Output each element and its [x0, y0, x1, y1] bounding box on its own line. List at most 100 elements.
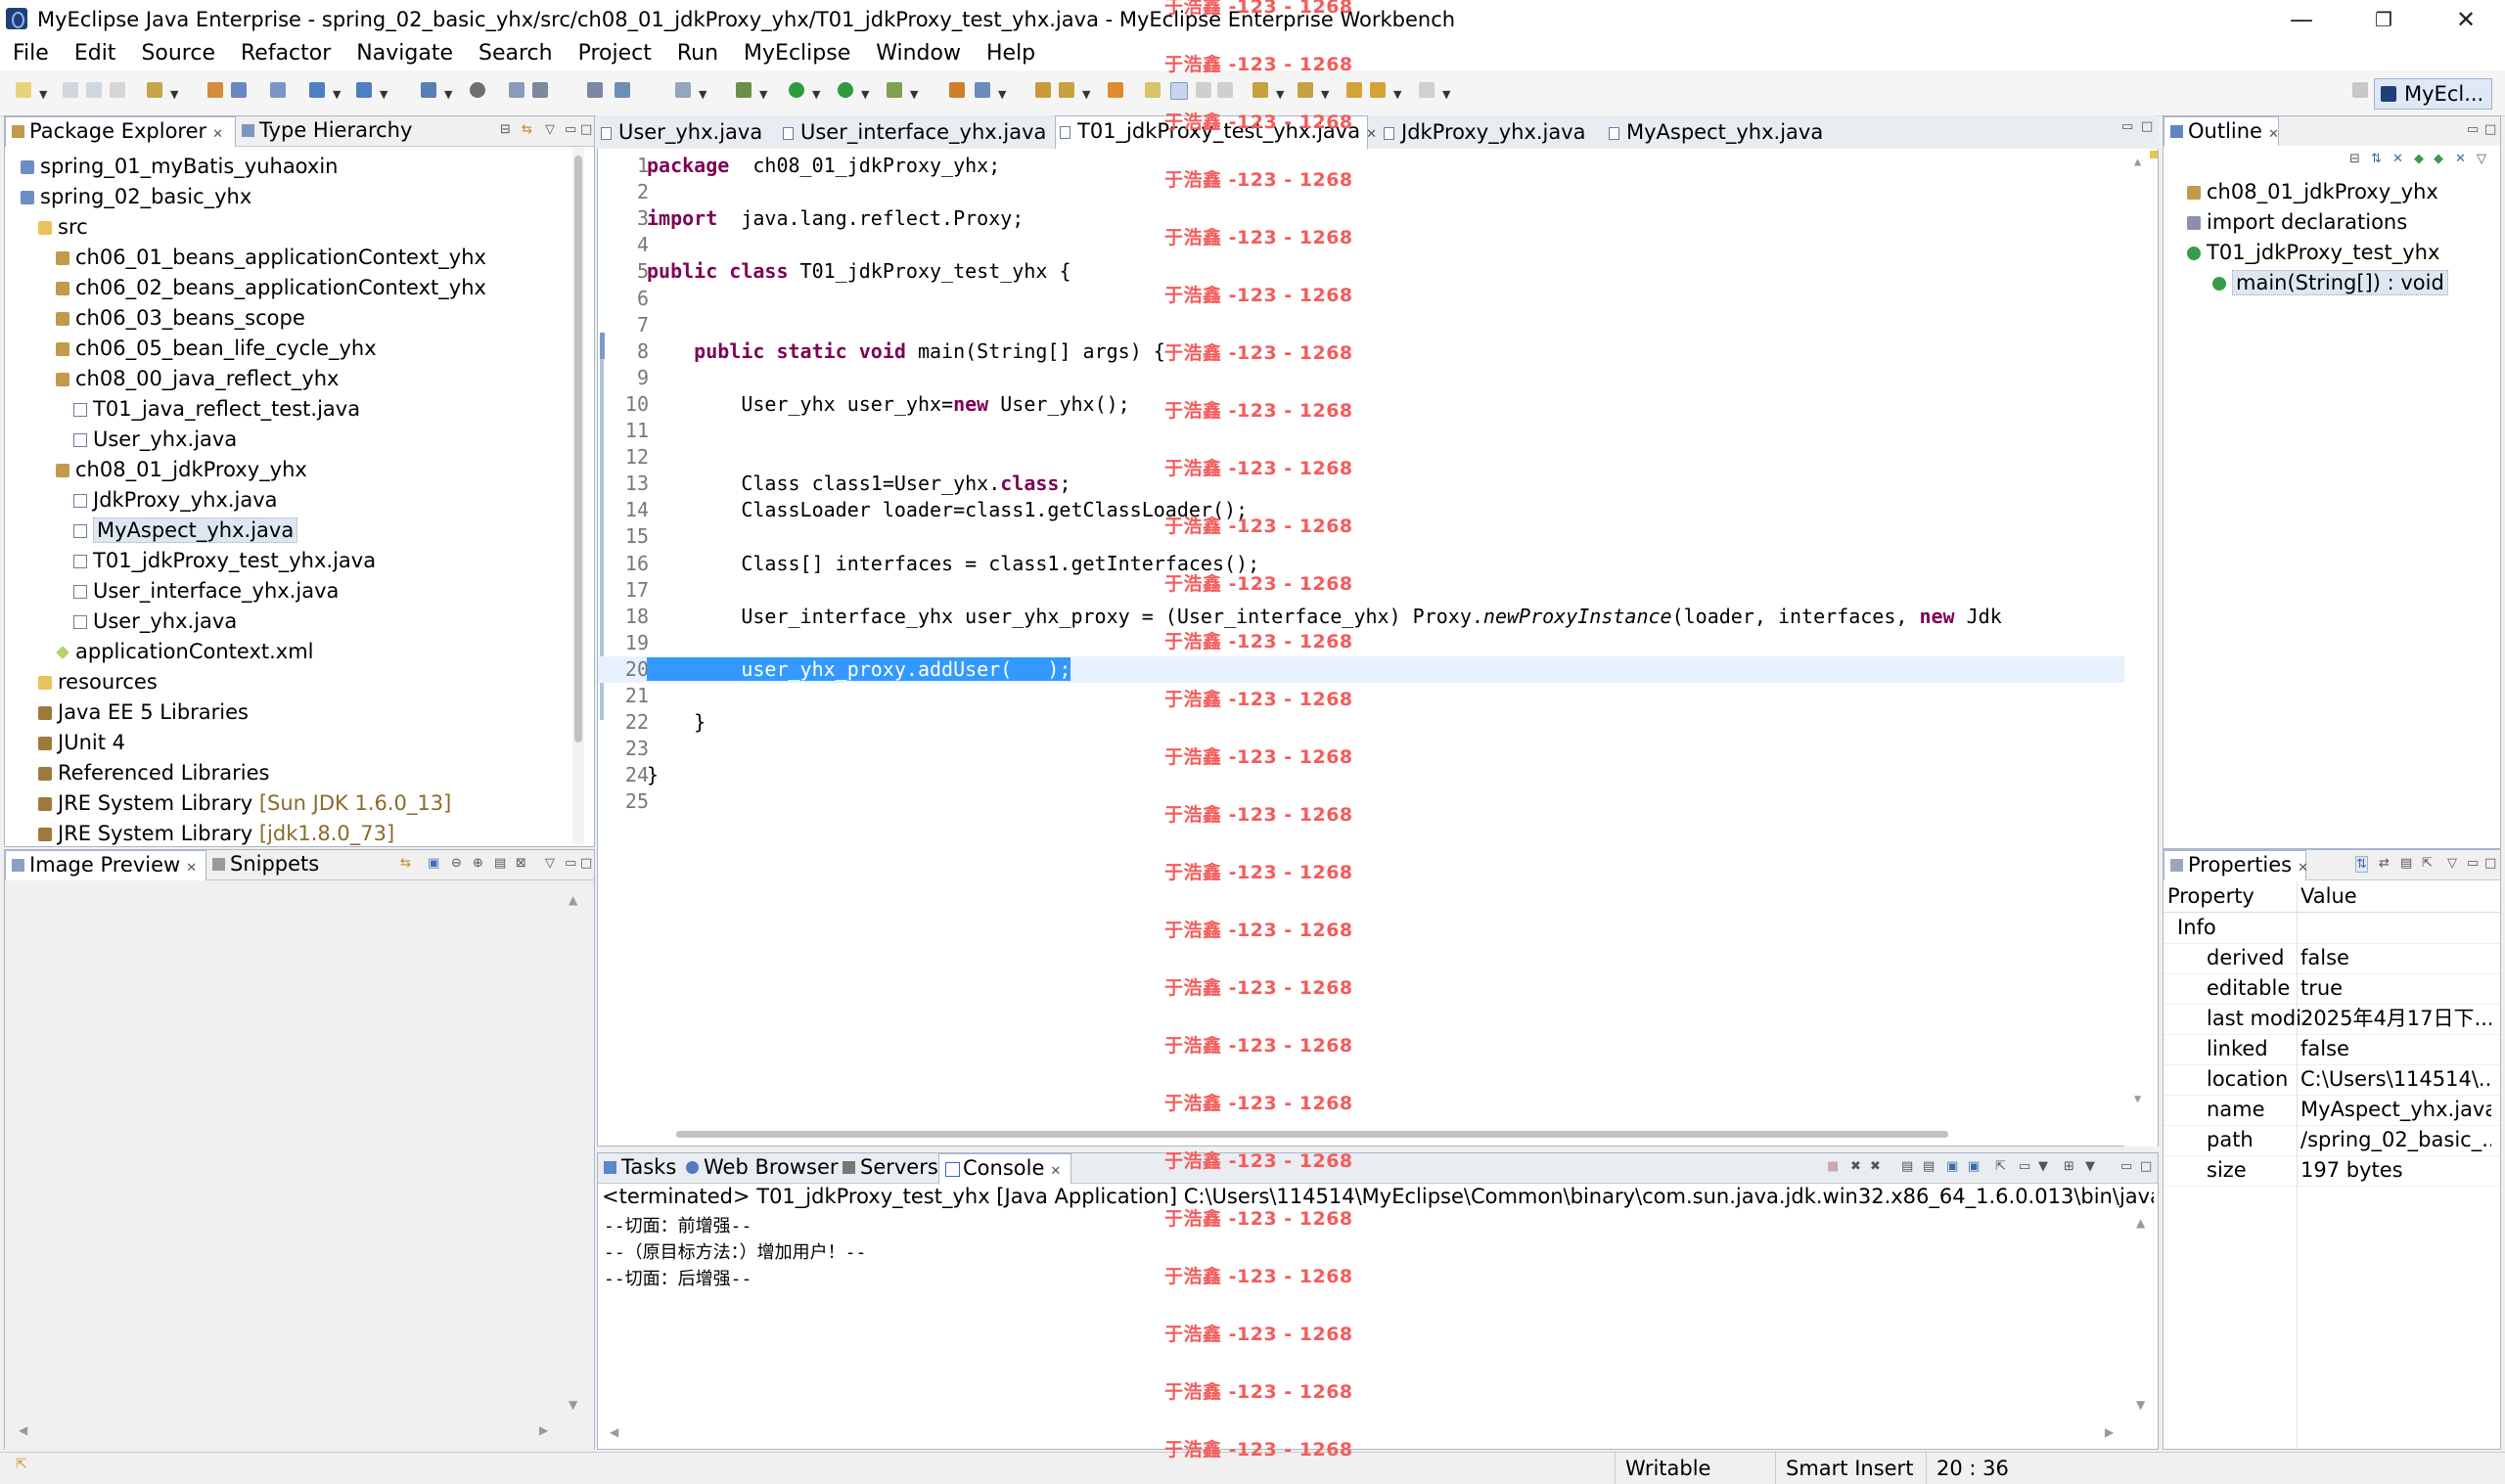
- package-tree-item[interactable]: ch08_01_jdkProxy_yhx: [56, 455, 307, 485]
- search-icon[interactable]: [1108, 82, 1123, 98]
- browser-icon[interactable]: [421, 82, 436, 98]
- maximize-view-icon[interactable]: □: [580, 122, 592, 137]
- maximize-editor-icon[interactable]: □: [2141, 119, 2153, 134]
- new-dropdown-icon[interactable]: ▼: [39, 88, 47, 101]
- column-header-value[interactable]: Value: [2300, 881, 2357, 912]
- code-line[interactable]: 14 ClassLoader loader=class1.getClassLoa…: [598, 497, 2124, 523]
- code-line[interactable]: 9: [598, 365, 2124, 391]
- new-icon[interactable]: [16, 82, 31, 98]
- next-annotation-icon[interactable]: [1252, 82, 1268, 98]
- hide-fields-icon[interactable]: ✕: [2392, 152, 2403, 166]
- prev-annotation-dropdown-icon[interactable]: ▼: [1321, 88, 1329, 101]
- run-icon[interactable]: [789, 82, 804, 98]
- pencil-icon[interactable]: [1059, 82, 1074, 98]
- outline-item[interactable]: main(String[]) : void: [2212, 268, 2448, 298]
- tab-console[interactable]: Console ✕: [938, 1153, 1071, 1184]
- scroll-up-icon[interactable]: ▲: [2136, 1216, 2145, 1230]
- scroll-right-icon[interactable]: ▶: [2105, 1425, 2114, 1439]
- prev-annotation-icon[interactable]: [1298, 82, 1313, 98]
- fit-window-icon[interactable]: ⊠: [516, 856, 526, 871]
- tab-outline[interactable]: Outline ✕: [2163, 116, 2279, 147]
- new-class-dropdown-icon[interactable]: ▼: [998, 88, 1006, 101]
- code-line[interactable]: 12: [598, 444, 2124, 471]
- deploy-icon[interactable]: [231, 82, 247, 98]
- menu-refactor[interactable]: Refactor: [228, 39, 343, 67]
- restore-default-icon[interactable]: ▤: [2400, 856, 2412, 871]
- editor-horizontal-scrollbar-thumb[interactable]: [676, 1131, 1948, 1138]
- next-annotation-dropdown-icon[interactable]: ▼: [1276, 88, 1284, 101]
- property-row[interactable]: derived false: [2163, 943, 2500, 974]
- code-line[interactable]: 18 User_interface_yhx user_yhx_proxy = (…: [598, 604, 2124, 630]
- outline-item[interactable]: import declarations: [2187, 207, 2407, 238]
- sort-icon[interactable]: ⇅: [2371, 152, 2382, 166]
- hide-static-icon[interactable]: ◆: [2414, 152, 2424, 166]
- package-tree-item[interactable]: JRE System Library [jdk1.8.0_73]: [38, 819, 394, 849]
- scroll-down-icon[interactable]: ▼: [2136, 1398, 2145, 1412]
- external-tools-icon[interactable]: [949, 82, 965, 98]
- scrollbar-thumb[interactable]: [574, 156, 582, 742]
- package-tree-item[interactable]: T01_jdkProxy_test_yhx.java: [73, 546, 376, 576]
- outline-item[interactable]: T01_jdkProxy_test_yhx: [2187, 238, 2439, 268]
- menu-window[interactable]: Window: [863, 39, 974, 67]
- tab-servers[interactable]: Servers: [837, 1153, 946, 1183]
- collapse-all-icon[interactable]: ⊟: [2349, 152, 2360, 166]
- package-tree-item[interactable]: User_yhx.java: [73, 607, 237, 637]
- link-editor-icon[interactable]: ⇆: [522, 122, 532, 137]
- maximize-view-icon[interactable]: □: [2484, 856, 2496, 871]
- show-whitespace-icon[interactable]: [1217, 82, 1233, 98]
- code-line[interactable]: 5 public class T01_jdkProxy_test_yhx {: [598, 258, 2124, 285]
- property-row[interactable]: editable true: [2163, 973, 2500, 1005]
- package-tree-item[interactable]: ch06_01_beans_applicationContext_yhx: [56, 243, 486, 273]
- open-folder-icon[interactable]: [1035, 82, 1051, 98]
- remove-all-icon[interactable]: ✖: [1870, 1159, 1881, 1174]
- gear-icon[interactable]: [587, 82, 603, 98]
- zoom-out-icon[interactable]: ⊖: [451, 856, 462, 871]
- actual-size-icon[interactable]: ▤: [494, 856, 506, 871]
- new-project-dropdown-icon[interactable]: ▼: [170, 88, 178, 101]
- globe-icon[interactable]: [470, 82, 485, 98]
- menu-edit[interactable]: Edit: [62, 39, 129, 67]
- open-console-icon[interactable]: ⊞: [2064, 1159, 2074, 1174]
- package-tree-item[interactable]: src: [38, 212, 88, 243]
- code-line[interactable]: 23: [598, 736, 2124, 762]
- package-tree-item[interactable]: ch06_05_bean_life_cycle_yhx: [56, 334, 377, 364]
- property-row[interactable]: size 197 bytes: [2163, 1155, 2500, 1187]
- new-project-icon[interactable]: [147, 82, 162, 98]
- back-dropdown-icon[interactable]: ▼: [1393, 88, 1401, 101]
- menu-myeclipse[interactable]: MyEclipse: [731, 39, 863, 67]
- code-line[interactable]: 11: [598, 418, 2124, 444]
- debug-server-dropdown-icon[interactable]: ▼: [380, 88, 387, 101]
- package-tree-item[interactable]: JRE System Library [Sun JDK 1.6.0_13]: [38, 788, 451, 819]
- package-tree-item[interactable]: applicationContext.xml: [56, 637, 314, 667]
- hide-local-types-icon[interactable]: ✕: [2455, 152, 2466, 166]
- property-row[interactable]: linked false: [2163, 1034, 2500, 1065]
- debug-dropdown-icon[interactable]: ▼: [759, 88, 767, 101]
- close-tab-icon[interactable]: ✕: [2268, 127, 2279, 142]
- save-all-icon[interactable]: [86, 82, 102, 98]
- scroll-right-icon[interactable]: ▶: [539, 1423, 548, 1437]
- show-advanced-icon[interactable]: ⇄: [2379, 856, 2390, 871]
- code-line[interactable]: 13 Class class1=User_yhx.class;: [598, 471, 2124, 497]
- close-button[interactable]: ✕: [2437, 2, 2495, 37]
- pin-console-icon[interactable]: ⇱: [1995, 1159, 2006, 1174]
- property-group-info[interactable]: Info: [2163, 913, 2500, 944]
- maximize-view-icon[interactable]: □: [580, 856, 592, 871]
- package-tree-item[interactable]: ch06_03_beans_scope: [56, 303, 305, 334]
- menu-run[interactable]: Run: [664, 39, 731, 67]
- tab-type-hierarchy[interactable]: Type Hierarchy: [236, 116, 420, 146]
- clear-console-icon[interactable]: ▤: [1901, 1159, 1913, 1174]
- terminate-icon[interactable]: ■: [1827, 1159, 1839, 1174]
- editor-tab-user-interface-yhx[interactable]: User_interface_yhx.java: [779, 117, 1046, 149]
- minimize-editor-icon[interactable]: ▭: [2121, 119, 2133, 134]
- menu-project[interactable]: Project: [566, 39, 664, 67]
- open-task-icon[interactable]: [532, 82, 548, 98]
- back-icon[interactable]: [1370, 82, 1386, 98]
- block-select-icon[interactable]: [1196, 82, 1211, 98]
- server-icon[interactable]: [207, 82, 223, 98]
- fast-view-icon[interactable]: ⇱: [16, 1457, 27, 1472]
- tab-web-browser[interactable]: Web Browser: [680, 1153, 846, 1183]
- property-row[interactable]: last modi 2025年4月17日下...: [2163, 1004, 2500, 1035]
- display-console-dropdown-icon[interactable]: ▼: [2038, 1159, 2048, 1174]
- editor-vertical-scrollbar[interactable]: ▲ ▼: [2124, 149, 2158, 1147]
- pin-icon[interactable]: ⇱: [2422, 856, 2433, 871]
